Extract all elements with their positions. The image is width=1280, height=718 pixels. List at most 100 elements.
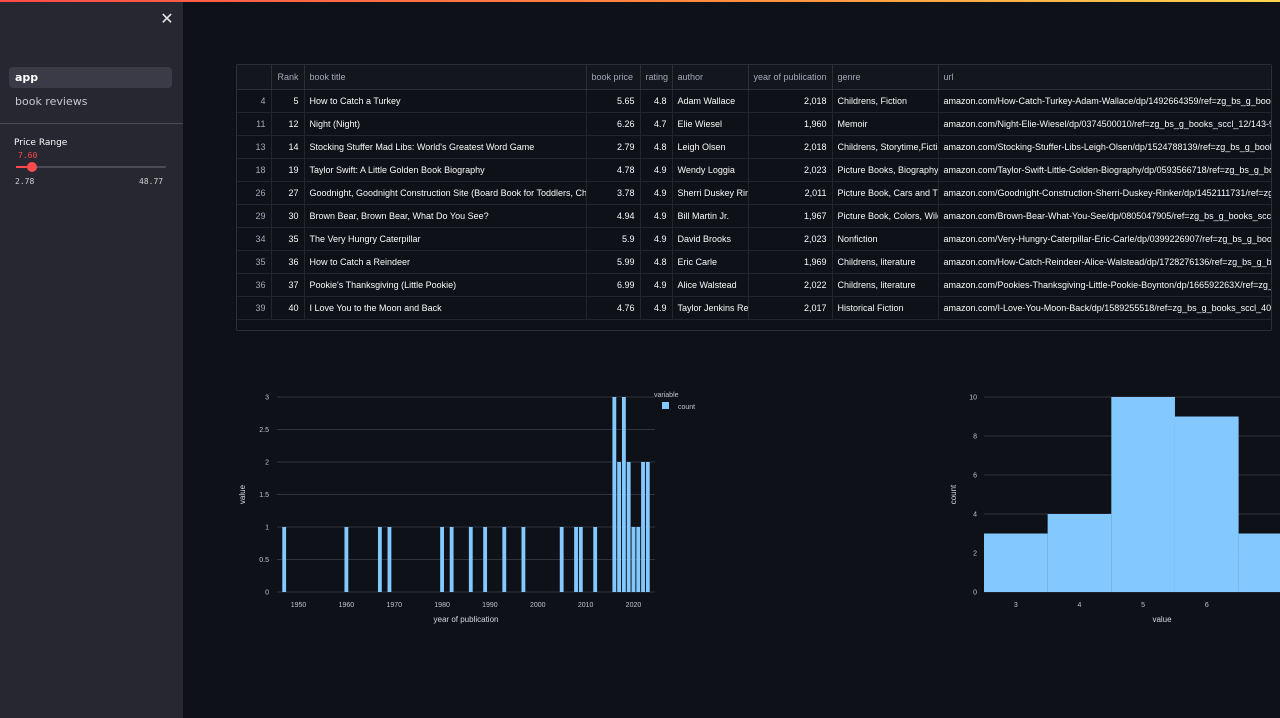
column-header-genre[interactable]: genre bbox=[832, 65, 939, 90]
cell-year[interactable]: 1,967 bbox=[748, 204, 833, 228]
cell-book-price[interactable]: 5.99 bbox=[586, 250, 641, 274]
cell-book-title[interactable]: Night (Night) bbox=[304, 112, 587, 136]
cell-rating[interactable]: 4.9 bbox=[640, 227, 673, 251]
cell-year[interactable]: 2,018 bbox=[748, 135, 833, 159]
cell-genre[interactable]: Memoir bbox=[832, 112, 939, 136]
table-row[interactable]: 11 12 Night (Night) 6.26 4.7 Elie Wiesel… bbox=[237, 112, 1271, 136]
cell-rating[interactable]: 4.9 bbox=[640, 296, 673, 320]
cell-author[interactable]: David Brooks bbox=[672, 227, 749, 251]
price-range-slider-thumb[interactable] bbox=[26, 162, 37, 172]
cell-rating[interactable]: 4.8 bbox=[640, 89, 673, 113]
cell-book-title[interactable]: How to Catch a Turkey bbox=[304, 89, 587, 113]
table-row[interactable]: 4 5 How to Catch a Turkey 5.65 4.8 Adam … bbox=[237, 89, 1271, 113]
cell-rank[interactable]: 5 bbox=[271, 89, 305, 113]
table-row[interactable]: 29 30 Brown Bear, Brown Bear, What Do Yo… bbox=[237, 204, 1271, 228]
cell-year[interactable]: 2,022 bbox=[748, 273, 833, 297]
cell-rank[interactable]: 19 bbox=[271, 158, 305, 182]
column-header-url[interactable]: url bbox=[938, 65, 1271, 90]
cell-book-price[interactable]: 4.94 bbox=[586, 204, 641, 228]
cell-rank[interactable]: 37 bbox=[271, 273, 305, 297]
cell-author[interactable]: Elie Wiesel bbox=[672, 112, 749, 136]
cell-genre[interactable]: Nonfiction bbox=[832, 227, 939, 251]
cell-rating[interactable]: 4.9 bbox=[640, 158, 673, 182]
cell-author[interactable]: Alice Walstead bbox=[672, 273, 749, 297]
cell-book-price[interactable]: 6.26 bbox=[586, 112, 641, 136]
cell-year[interactable]: 2,023 bbox=[748, 227, 833, 251]
cell-book-title[interactable]: I Love You to the Moon and Back bbox=[304, 296, 587, 320]
cell-genre[interactable]: Picture Book, Colors, Wildlife bbox=[832, 204, 939, 228]
price-histogram-chart[interactable]: 0 2 4 6 8 10 3 4 5 6 value count bbox=[940, 380, 1280, 630]
table-row[interactable]: 18 19 Taylor Swift: A Little Golden Book… bbox=[237, 158, 1271, 182]
cell-rating[interactable]: 4.8 bbox=[640, 135, 673, 159]
cell-rating[interactable]: 4.9 bbox=[640, 273, 673, 297]
year-count-bar-chart[interactable]: 0 0.5 1 1.5 2 2.5 3 1950 1960 1970 1980 1990 2000 201… bbox=[230, 380, 750, 630]
cell-book-price[interactable]: 5.65 bbox=[586, 89, 641, 113]
sidebar-item-book-reviews[interactable]: book reviews bbox=[9, 91, 172, 112]
cell-year[interactable]: 1,969 bbox=[748, 250, 833, 274]
table-row[interactable]: 39 40 I Love You to the Moon and Back 4.… bbox=[237, 296, 1271, 320]
table-row[interactable]: 36 37 Pookie's Thanksgiving (Little Pook… bbox=[237, 273, 1271, 297]
cell-author[interactable]: Bill Martin Jr. bbox=[672, 204, 749, 228]
cell-url[interactable]: amazon.com/Very-Hungry-Caterpillar-Eric-… bbox=[938, 227, 1271, 251]
price-range-slider-track[interactable] bbox=[16, 162, 166, 172]
cell-genre[interactable]: Childrens, literature bbox=[832, 250, 939, 274]
cell-genre[interactable]: Childrens, literature bbox=[832, 273, 939, 297]
cell-author[interactable]: Taylor Jenkins Reid bbox=[672, 296, 749, 320]
cell-rank[interactable]: 30 bbox=[271, 204, 305, 228]
column-header-book-price[interactable]: book price bbox=[586, 65, 641, 90]
close-sidebar-icon[interactable]: ✕ bbox=[158, 10, 176, 28]
cell-year[interactable]: 1,960 bbox=[748, 112, 833, 136]
cell-book-price[interactable]: 3.78 bbox=[586, 181, 641, 205]
cell-rating[interactable]: 4.8 bbox=[640, 250, 673, 274]
cell-author[interactable]: Wendy Loggia bbox=[672, 158, 749, 182]
cell-genre[interactable]: Historical Fiction bbox=[832, 296, 939, 320]
column-header-book-title[interactable]: book title bbox=[304, 65, 587, 90]
table-row[interactable]: 34 35 The Very Hungry Caterpillar 5.9 4.… bbox=[237, 227, 1271, 251]
cell-rank[interactable]: 40 bbox=[271, 296, 305, 320]
cell-book-price[interactable]: 2.79 bbox=[586, 135, 641, 159]
cell-rating[interactable]: 4.9 bbox=[640, 181, 673, 205]
cell-year[interactable]: 2,018 bbox=[748, 89, 833, 113]
cell-author[interactable]: Adam Wallace bbox=[672, 89, 749, 113]
cell-rank[interactable]: 36 bbox=[271, 250, 305, 274]
cell-book-price[interactable]: 4.78 bbox=[586, 158, 641, 182]
table-row[interactable]: 26 27 Goodnight, Goodnight Construction … bbox=[237, 181, 1271, 205]
cell-genre[interactable]: Picture Books, Biography bbox=[832, 158, 939, 182]
cell-url[interactable]: amazon.com/Taylor-Swift-Little-Golden-Bi… bbox=[938, 158, 1271, 182]
column-header-rank[interactable]: Rank bbox=[271, 65, 305, 90]
cell-url[interactable]: amazon.com/I-Love-You-Moon-Back/dp/15892… bbox=[938, 296, 1271, 320]
cell-url[interactable]: amazon.com/Goodnight-Construction-Sherri… bbox=[938, 181, 1271, 205]
column-header-year[interactable]: year of publication bbox=[748, 65, 833, 90]
cell-url[interactable]: amazon.com/Night-Elie-Wiesel/dp/03745000… bbox=[938, 112, 1271, 136]
cell-author[interactable]: Sherri Duskey Rinker bbox=[672, 181, 749, 205]
cell-rank[interactable]: 12 bbox=[271, 112, 305, 136]
cell-rank[interactable]: 35 bbox=[271, 227, 305, 251]
cell-url[interactable]: amazon.com/Pookies-Thanksgiving-Little-P… bbox=[938, 273, 1271, 297]
cell-year[interactable]: 2,017 bbox=[748, 296, 833, 320]
cell-rating[interactable]: 4.9 bbox=[640, 204, 673, 228]
cell-book-title[interactable]: Stocking Stuffer Mad Libs: World's Great… bbox=[304, 135, 587, 159]
cell-book-title[interactable]: Pookie's Thanksgiving (Little Pookie) bbox=[304, 273, 587, 297]
cell-book-price[interactable]: 6.99 bbox=[586, 273, 641, 297]
cell-book-title[interactable]: Goodnight, Goodnight Construction Site (… bbox=[304, 181, 587, 205]
cell-url[interactable]: amazon.com/How-Catch-Turkey-Adam-Wallace… bbox=[938, 89, 1271, 113]
cell-genre[interactable]: Childrens, Storytime,Fiction bbox=[832, 135, 939, 159]
cell-year[interactable]: 2,023 bbox=[748, 158, 833, 182]
column-header-index[interactable] bbox=[237, 65, 272, 90]
column-header-rating[interactable]: rating bbox=[640, 65, 673, 90]
cell-url[interactable]: amazon.com/How-Catch-Reindeer-Alice-Wals… bbox=[938, 250, 1271, 274]
column-header-author[interactable]: author bbox=[672, 65, 749, 90]
cell-rank[interactable]: 14 bbox=[271, 135, 305, 159]
cell-rating[interactable]: 4.7 bbox=[640, 112, 673, 136]
cell-book-title[interactable]: Taylor Swift: A Little Golden Book Biogr… bbox=[304, 158, 587, 182]
cell-author[interactable]: Eric Carle bbox=[672, 250, 749, 274]
books-dataframe[interactable]: Rank book title book price rating author… bbox=[236, 64, 1272, 331]
cell-author[interactable]: Leigh Olsen bbox=[672, 135, 749, 159]
cell-book-title[interactable]: How to Catch a Reindeer bbox=[304, 250, 587, 274]
cell-book-price[interactable]: 5.9 bbox=[586, 227, 641, 251]
table-row[interactable]: 13 14 Stocking Stuffer Mad Libs: World's… bbox=[237, 135, 1271, 159]
cell-url[interactable]: amazon.com/Stocking-Stuffer-Libs-Leigh-O… bbox=[938, 135, 1271, 159]
cell-rank[interactable]: 27 bbox=[271, 181, 305, 205]
cell-book-title[interactable]: Brown Bear, Brown Bear, What Do You See? bbox=[304, 204, 587, 228]
table-row[interactable]: 35 36 How to Catch a Reindeer 5.99 4.8 E… bbox=[237, 250, 1271, 274]
